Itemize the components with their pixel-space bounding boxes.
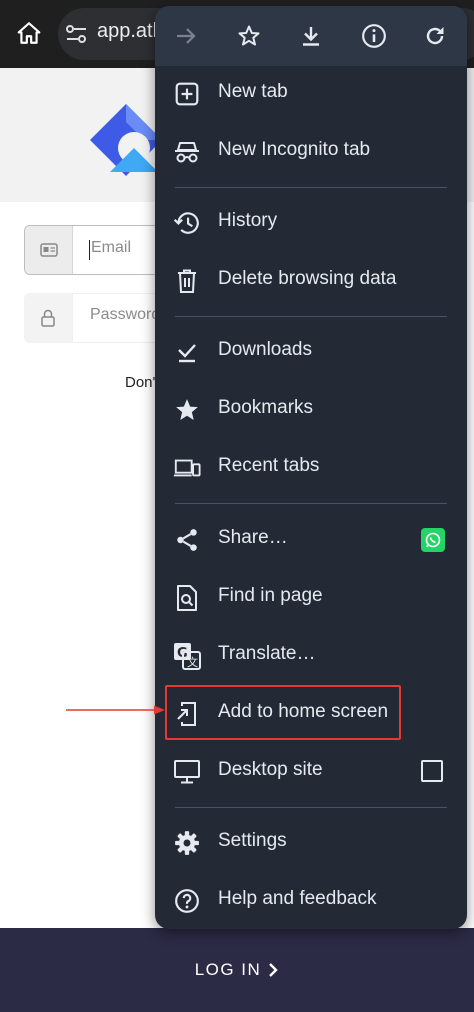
menu-item-bookmarks[interactable]: Bookmarks bbox=[155, 381, 467, 439]
page-info-button[interactable] bbox=[356, 18, 392, 54]
devices-icon bbox=[173, 454, 201, 482]
menu-item-label: New tab bbox=[218, 81, 288, 102]
menu-divider bbox=[175, 807, 447, 808]
menu-item-label: Recent tabs bbox=[218, 455, 320, 476]
menu-item-history[interactable]: History bbox=[155, 194, 467, 252]
star-filled-icon bbox=[173, 396, 201, 424]
menu-divider bbox=[175, 503, 447, 504]
menu-item-downloads[interactable]: Downloads bbox=[155, 323, 467, 381]
refresh-icon bbox=[426, 27, 444, 45]
menu-item-find-in-page[interactable]: Find in page bbox=[155, 569, 467, 627]
menu-item-label: Delete browsing data bbox=[218, 268, 397, 289]
add-box-icon bbox=[173, 80, 201, 108]
menu-item-settings[interactable]: Settings bbox=[155, 814, 467, 872]
brand-logo bbox=[86, 100, 166, 180]
menu-item-label: Bookmarks bbox=[218, 397, 314, 418]
menu-item-new-tab[interactable]: New tab bbox=[155, 65, 467, 123]
forward-button[interactable] bbox=[168, 18, 204, 54]
gear-icon bbox=[173, 829, 201, 857]
star-icon bbox=[238, 25, 260, 46]
text-caret bbox=[89, 240, 90, 260]
login-button-label: LOG IN bbox=[194, 960, 262, 979]
help-icon bbox=[173, 887, 201, 915]
incognito-icon bbox=[173, 138, 201, 166]
lock-icon bbox=[41, 309, 55, 327]
email-field-icon-cell bbox=[25, 226, 73, 274]
menu-item-new-incognito-tab[interactable]: New Incognito tab bbox=[155, 123, 467, 181]
url-text[interactable]: app.atl bbox=[97, 20, 157, 43]
share-icon bbox=[173, 526, 201, 554]
menu-item-recent-tabs[interactable]: Recent tabs bbox=[155, 439, 467, 497]
menu-toolbar bbox=[155, 6, 467, 66]
menu-divider bbox=[175, 316, 447, 317]
menu-item-label: Find in page bbox=[218, 585, 323, 606]
info-icon bbox=[362, 24, 386, 48]
id-card-icon bbox=[39, 243, 58, 257]
trash-icon bbox=[173, 267, 201, 295]
download-done-icon bbox=[173, 338, 201, 366]
refresh-button[interactable] bbox=[417, 18, 453, 54]
home-icon bbox=[17, 22, 41, 44]
forward-icon bbox=[177, 28, 196, 44]
menu-divider bbox=[175, 187, 447, 188]
menu-item-label: History bbox=[218, 210, 278, 231]
annotation-arrow bbox=[66, 705, 165, 715]
chevron-right-icon bbox=[269, 963, 279, 977]
menu-item-share[interactable]: Share… bbox=[155, 511, 467, 569]
whatsapp-icon[interactable] bbox=[421, 528, 445, 552]
download-icon bbox=[303, 27, 319, 46]
history-icon bbox=[173, 209, 201, 237]
menu-item-label: Share… bbox=[218, 527, 288, 548]
desktop-site-checkbox[interactable] bbox=[421, 760, 443, 782]
find-in-page-icon bbox=[173, 584, 201, 612]
menu-item-label: New Incognito tab bbox=[218, 139, 371, 160]
svg-text:文: 文 bbox=[187, 655, 198, 669]
password-field-icon-cell bbox=[24, 293, 72, 343]
home-button[interactable] bbox=[12, 16, 46, 50]
menu-item-help-and-feedback[interactable]: Help and feedback bbox=[155, 872, 467, 929]
highlight-box bbox=[165, 685, 401, 740]
menu-item-label: Desktop site bbox=[218, 759, 323, 780]
translate-icon: G 文 bbox=[173, 642, 201, 670]
menu-item-label: Downloads bbox=[218, 339, 312, 360]
download-page-button[interactable] bbox=[293, 18, 329, 54]
login-button[interactable]: LOG IN bbox=[0, 928, 474, 1012]
menu-item-label: Settings bbox=[218, 830, 287, 851]
signup-prompt-text: Don' bbox=[125, 374, 156, 391]
menu-item-label: Help and feedback bbox=[218, 888, 377, 909]
browser-overflow-menu: New tab New Incognito tab History Delete… bbox=[155, 6, 467, 929]
monitor-icon bbox=[173, 758, 201, 786]
bookmark-page-button[interactable] bbox=[231, 18, 267, 54]
site-settings-icon[interactable] bbox=[64, 22, 90, 46]
menu-item-translate[interactable]: G 文 Translate… bbox=[155, 627, 467, 685]
menu-item-delete-browsing-data[interactable]: Delete browsing data bbox=[155, 252, 467, 310]
menu-item-label: Translate… bbox=[218, 643, 316, 664]
menu-item-desktop-site[interactable]: Desktop site bbox=[155, 743, 467, 801]
